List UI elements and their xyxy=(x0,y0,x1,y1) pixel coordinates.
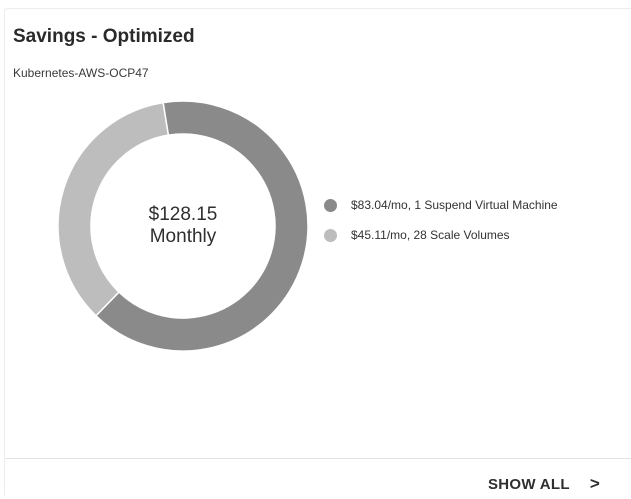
donut-chart: $128.15 Monthly xyxy=(57,100,309,352)
chevron-right-icon: > xyxy=(589,474,601,493)
donut-center: $128.15 Monthly xyxy=(57,100,309,352)
legend-label: $83.04/mo, 1 Suspend Virtual Machine xyxy=(351,198,558,212)
legend-dot-icon xyxy=(324,228,337,242)
legend-item[interactable]: $83.04/mo, 1 Suspend Virtual Machine xyxy=(324,195,558,215)
show-all-button[interactable]: SHOW ALL > xyxy=(488,474,600,494)
card-subtitle: Kubernetes-AWS-OCP47 xyxy=(13,66,149,80)
total-savings-amount: $128.15 xyxy=(148,204,218,225)
legend-item[interactable]: $45.11/mo, 28 Scale Volumes xyxy=(324,225,558,245)
card-title: Savings - Optimized xyxy=(13,26,195,47)
legend-label: $45.11/mo, 28 Scale Volumes xyxy=(351,228,510,242)
total-savings-period: Monthly xyxy=(149,226,217,247)
chart-legend: $83.04/mo, 1 Suspend Virtual Machine $45.… xyxy=(324,195,558,255)
show-all-label: SHOW ALL xyxy=(488,475,570,493)
legend-dot-icon xyxy=(324,198,337,212)
